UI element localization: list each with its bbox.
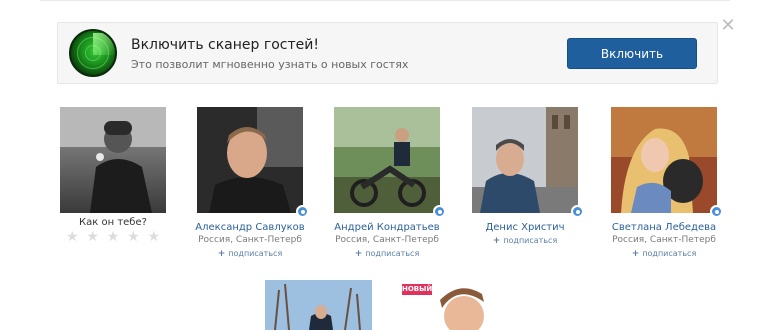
banner-subtitle: Это позволит мгновенно узнать о новых го… bbox=[131, 58, 409, 71]
profile-photo[interactable] bbox=[197, 107, 303, 213]
subscribe-label: подписаться bbox=[228, 249, 283, 258]
profile-name[interactable]: Светлана Лебедева bbox=[599, 222, 729, 233]
plus-icon: + bbox=[492, 236, 501, 246]
online-badge bbox=[710, 205, 723, 218]
profile-photo[interactable] bbox=[334, 107, 440, 213]
profile-name[interactable]: Андрей Кондратьев bbox=[322, 222, 452, 233]
online-badge bbox=[296, 205, 309, 218]
profile-name[interactable]: Александр Савлуков bbox=[185, 222, 315, 233]
close-icon[interactable]: ✕ bbox=[720, 17, 736, 35]
online-badge bbox=[433, 205, 446, 218]
profile-name[interactable]: Денис Христич bbox=[460, 222, 590, 233]
profile-photo[interactable] bbox=[611, 107, 717, 213]
subscribe-link[interactable]: + подписаться bbox=[599, 249, 729, 259]
plus-icon: + bbox=[631, 249, 640, 259]
subscribe-label: подписаться bbox=[503, 236, 558, 245]
rating-prompt: Как он тебе? bbox=[79, 217, 147, 228]
profile-photo[interactable] bbox=[265, 280, 372, 330]
star-icon[interactable]: ★ bbox=[147, 230, 160, 244]
profile-city: Россия, Санкт-Петерб bbox=[198, 235, 302, 245]
subscribe-label: подписаться bbox=[365, 249, 420, 258]
subscribe-link[interactable]: + подписаться bbox=[460, 236, 590, 246]
star-icon[interactable]: ★ bbox=[86, 230, 99, 244]
enable-scanner-button[interactable]: Включить bbox=[567, 38, 697, 69]
online-badge bbox=[571, 205, 584, 218]
star-icon[interactable]: ★ bbox=[66, 230, 79, 244]
rating-stars: ★ ★ ★ ★ ★ bbox=[66, 230, 160, 244]
banner-title: Включить сканер гостей! bbox=[131, 37, 319, 53]
star-icon[interactable]: ★ bbox=[107, 230, 120, 244]
guest-scanner-banner: Включить сканер гостей! Это позволит мгн… bbox=[57, 22, 718, 84]
star-icon[interactable]: ★ bbox=[127, 230, 140, 244]
new-badge: НОВЫЙ bbox=[402, 284, 433, 295]
subscribe-link[interactable]: + подписаться bbox=[322, 249, 452, 259]
plus-icon: + bbox=[217, 249, 226, 259]
subscribe-label: подписаться bbox=[642, 249, 697, 258]
profile-city: Россия, Санкт-Петерб bbox=[612, 235, 716, 245]
divider bbox=[40, 0, 730, 1]
radar-icon bbox=[69, 29, 117, 77]
profile-city: Россия, Санкт-Петерб bbox=[335, 235, 439, 245]
plus-icon: + bbox=[354, 249, 363, 259]
subscribe-link[interactable]: + подписаться bbox=[185, 249, 315, 259]
rated-user-photo[interactable] bbox=[60, 107, 166, 213]
profile-photo[interactable] bbox=[472, 107, 578, 213]
